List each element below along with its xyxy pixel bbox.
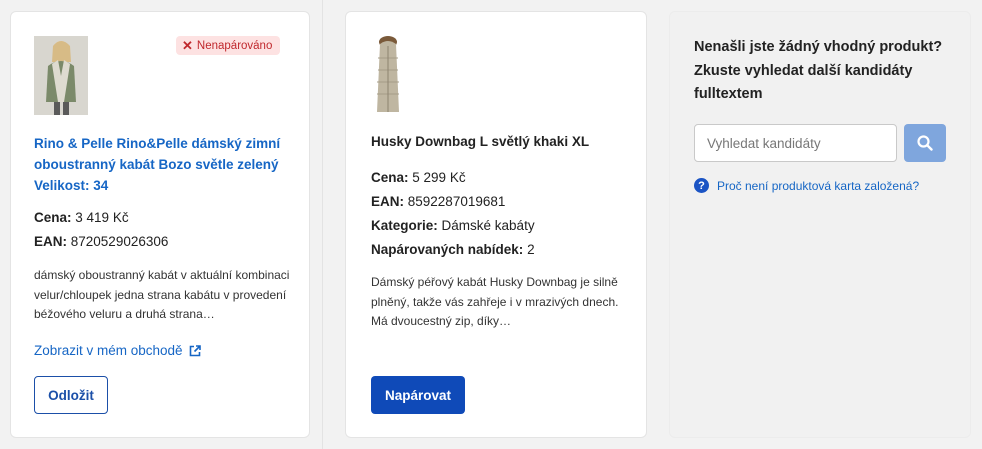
search-button[interactable] [904, 124, 946, 162]
question-circle-icon: ? [694, 178, 709, 193]
candidate-title-link[interactable]: Rino & Pelle Rino&Pelle dámský zimní obo… [34, 133, 296, 196]
candidate-description: dámský oboustranný kabát v aktuální komb… [34, 268, 290, 321]
match-title: Husky Downbag L světlý khaki XL [371, 134, 590, 149]
category-label: Kategorie: [371, 218, 438, 233]
offers-label: Napárovaných nabídek: [371, 242, 524, 257]
help-link[interactable]: ? Proč není produktová karta založená? [694, 178, 919, 193]
candidate-card: ✕ Nenapárováno Rino & Pelle Rino&Pelle d… [10, 11, 310, 438]
postpone-button[interactable]: Odložit [34, 376, 108, 414]
match-ean: EAN: 8592287019681 [371, 194, 505, 209]
price-label: Cena: [34, 210, 72, 225]
ean-label: EAN: [371, 194, 404, 209]
product-thumbnail [34, 36, 88, 115]
price-label: Cena: [371, 170, 409, 185]
search-icon [917, 135, 933, 151]
search-input[interactable] [694, 124, 897, 162]
external-link-icon [189, 344, 201, 356]
match-price: Cena: 5 299 Kč [371, 170, 466, 185]
search-heading: Nenašli jste žádný vhodný produkt? Zkust… [694, 39, 943, 102]
search-card: Nenašli jste žádný vhodný produkt? Zkust… [669, 11, 971, 438]
candidate-ean: EAN: 8720529026306 [34, 234, 168, 249]
shop-link-label: Zobrazit v mém obchodě [34, 343, 183, 358]
ean-value: 8592287019681 [407, 194, 506, 209]
match-offers: Napárovaných nabídek: 2 [371, 242, 535, 257]
match-category: Kategorie: Dámské kabáty [371, 218, 535, 233]
price-value: 3 419 Kč [75, 210, 129, 225]
match-description: Dámský péřový kabát Husky Downbag je sil… [371, 275, 619, 328]
status-badge-label: Nenapárováno [196, 39, 273, 52]
category-value: Dámské kabáty [441, 218, 535, 233]
shop-link[interactable]: Zobrazit v mém obchodě [34, 343, 201, 358]
pair-button[interactable]: Napárovat [371, 376, 465, 414]
x-icon: ✕ [182, 38, 193, 53]
offers-value: 2 [527, 242, 535, 257]
help-link-label: Proč není produktová karta založená? [717, 178, 920, 193]
status-badge: ✕ Nenapárováno [176, 36, 281, 55]
product-thumbnail [377, 36, 399, 112]
price-value: 5 299 Kč [412, 170, 466, 185]
ean-label: EAN: [34, 234, 67, 249]
ean-value: 8720529026306 [70, 234, 169, 249]
match-card: Husky Downbag L světlý khaki XL Cena: 5 … [345, 11, 647, 438]
panel-divider [322, 0, 323, 449]
candidate-price: Cena: 3 419 Kč [34, 210, 129, 225]
